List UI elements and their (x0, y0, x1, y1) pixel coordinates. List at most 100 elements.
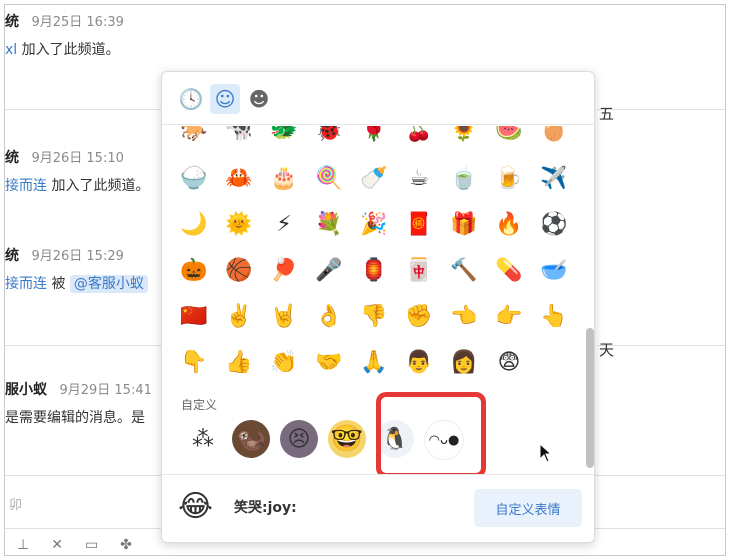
emoji-item[interactable]: 🎁 (448, 208, 480, 240)
emoji-item[interactable]: 🍺 (493, 162, 525, 194)
emoji-item[interactable]: ☕ (403, 162, 435, 194)
clock-icon[interactable]: 🕓 (176, 84, 206, 114)
emoji-item[interactable]: 🇨🇳 (178, 300, 210, 332)
emoji-item[interactable]: 🏮 (358, 254, 390, 286)
emoji-item[interactable]: 🥣 (538, 254, 570, 286)
emoji-item[interactable]: 🎂 (268, 162, 300, 194)
emoji-item[interactable]: 🌙 (178, 208, 210, 240)
custom-emoji-button[interactable]: 自定义表情 (474, 489, 582, 527)
emoji-item[interactable]: ✈️ (538, 162, 570, 194)
custom-smiley-icon[interactable]: ☻ (244, 84, 274, 114)
input-placeholder: 卯 (9, 498, 23, 513)
divider (5, 109, 165, 110)
emoji-item[interactable]: ⚽ (538, 208, 570, 240)
custom-section-label: 自定义 (181, 398, 218, 412)
mention-icon[interactable]: ⊥ (17, 537, 29, 553)
message-4-body: 是需要编辑的消息。是 (5, 407, 145, 427)
emoji-item[interactable]: 👩 (448, 346, 480, 378)
picker-footer: 😂 笑哭:joy: 自定义表情 (162, 474, 594, 542)
message-sender: 统 (5, 150, 19, 166)
divider (162, 124, 594, 125)
emoji-item[interactable]: ✌️ (223, 300, 255, 332)
emoji-item[interactable]: 🔥 (493, 208, 525, 240)
emoji-item[interactable]: ⚡ (268, 208, 300, 240)
emoji-grid: 🐎 🐄 🐲 🐞 🌹 🍒 🌻 🍉 🥚 🍚 🦀 🎂 🍭 🍼 ☕ 🍵 🍺 ✈️ 🌙 🌞 ⚡ 💐 🎉 🧧 🎁 🔥 ⚽ 🎃 🏀 🏓 🎤 🏮 🀄 🔨 💊 🥣 🇨🇳 ✌… (178, 126, 570, 390)
message-text: 是需要编辑的消息。是 (5, 410, 145, 426)
emoji-item[interactable]: 🐎 (178, 126, 210, 146)
emoji-item[interactable]: 😨 (493, 346, 525, 378)
emoji-item[interactable]: 🔨 (448, 254, 480, 286)
graph-sticker[interactable]: ⁂ (184, 420, 222, 458)
emoji-item[interactable]: 🤘 (268, 300, 300, 332)
emoji-item[interactable]: 🧧 (403, 208, 435, 240)
message-time: 9月29日 15:41 (59, 383, 152, 398)
emoji-item[interactable]: 👏 (268, 346, 300, 378)
side-text: 天 (599, 341, 615, 359)
mention-tag[interactable]: @客服小蚁 (69, 275, 148, 293)
emoji-item[interactable]: 👨 (403, 346, 435, 378)
emoji-item[interactable]: 🤝 (313, 346, 345, 378)
highlight-box (376, 392, 486, 478)
emoji-item[interactable]: 🦀 (223, 162, 255, 194)
emoji-item[interactable]: 🐲 (268, 126, 300, 146)
emoji-item[interactable]: 🍒 (403, 126, 435, 146)
anime-girl-sticker[interactable]: 😣 (280, 420, 318, 458)
message-2: 统 9月26日 15:10 (5, 147, 124, 167)
message-3: 统 9月26日 15:29 (5, 245, 124, 265)
close-icon[interactable]: ✕ (51, 537, 63, 553)
message-text: 被 (51, 276, 66, 292)
user-link[interactable]: 接而连 (5, 276, 47, 292)
divider (597, 345, 725, 346)
user-link[interactable]: 接而连 (5, 178, 47, 194)
emoji-item[interactable]: 👇 (178, 346, 210, 378)
message-text: 加入了此频道。 (21, 42, 120, 58)
message-4: 服小蚁 9月29日 15:41 (5, 379, 152, 399)
emoji-item[interactable]: 🐞 (313, 126, 345, 146)
emoji-item[interactable]: 🀄 (403, 254, 435, 286)
smiley-icon[interactable]: ☺ (210, 84, 240, 114)
emoji-item[interactable]: 👌 (313, 300, 345, 332)
emoji-item[interactable]: 🍵 (448, 162, 480, 194)
chat-window: 统 9月25日 16:39 xl 加入了此频道。 五 统 9月26日 15:10… (4, 4, 726, 556)
message-1-body: xl 加入了此频道。 (5, 39, 120, 59)
emoji-item[interactable]: 💊 (493, 254, 525, 286)
emoji-item[interactable]: 💐 (313, 208, 345, 240)
emoji-item[interactable]: 👎 (358, 300, 390, 332)
message-text: 加入了此频道。 (51, 178, 150, 194)
emoji-item[interactable]: 🌹 (358, 126, 390, 146)
message-3-body: 接而连 被 @客服小蚁 (5, 273, 148, 293)
emoji-item[interactable]: 🍚 (178, 162, 210, 194)
picker-tabs: 🕓 ☺ ☻ (176, 84, 274, 114)
message-sender: 服小蚁 (5, 382, 47, 398)
emoji-item[interactable]: 🏀 (223, 254, 255, 286)
screen-icon[interactable]: ▭ (85, 537, 98, 553)
emoji-item[interactable]: 🍉 (493, 126, 525, 146)
emoji-item[interactable]: 🌻 (448, 126, 480, 146)
message-time: 9月25日 16:39 (31, 15, 124, 30)
divider (5, 345, 165, 346)
user-link[interactable]: xl (5, 42, 17, 58)
puzzle-icon[interactable]: ✤ (120, 537, 132, 553)
emoji-item[interactable]: 🌞 (223, 208, 255, 240)
otter-sticker[interactable]: 🦦 (232, 420, 270, 458)
scrollbar-thumb[interactable] (586, 328, 594, 468)
emoji-item[interactable]: 🥚 (538, 126, 570, 146)
emoji-item[interactable]: 🐄 (223, 126, 255, 146)
emoji-item[interactable]: 👆 (538, 300, 570, 332)
emoji-item[interactable]: 🍭 (313, 162, 345, 194)
message-time: 9月26日 15:29 (31, 249, 124, 264)
message-1: 统 9月25日 16:39 (5, 11, 124, 31)
smart-face-sticker[interactable]: 🤓 (328, 420, 366, 458)
preview-name: 笑哭:joy: (234, 500, 297, 516)
emoji-item[interactable]: 🍼 (358, 162, 390, 194)
emoji-item[interactable]: 🏓 (268, 254, 300, 286)
emoji-item[interactable]: 🙏 (358, 346, 390, 378)
emoji-item[interactable]: 🎤 (313, 254, 345, 286)
emoji-item[interactable]: 👈 (448, 300, 480, 332)
emoji-item[interactable]: 🎉 (358, 208, 390, 240)
message-time: 9月26日 15:10 (31, 151, 124, 166)
emoji-item[interactable]: ✊ (403, 300, 435, 332)
emoji-item[interactable]: 🎃 (178, 254, 210, 286)
emoji-item[interactable]: 👉 (493, 300, 525, 332)
emoji-item[interactable]: 👍 (223, 346, 255, 378)
